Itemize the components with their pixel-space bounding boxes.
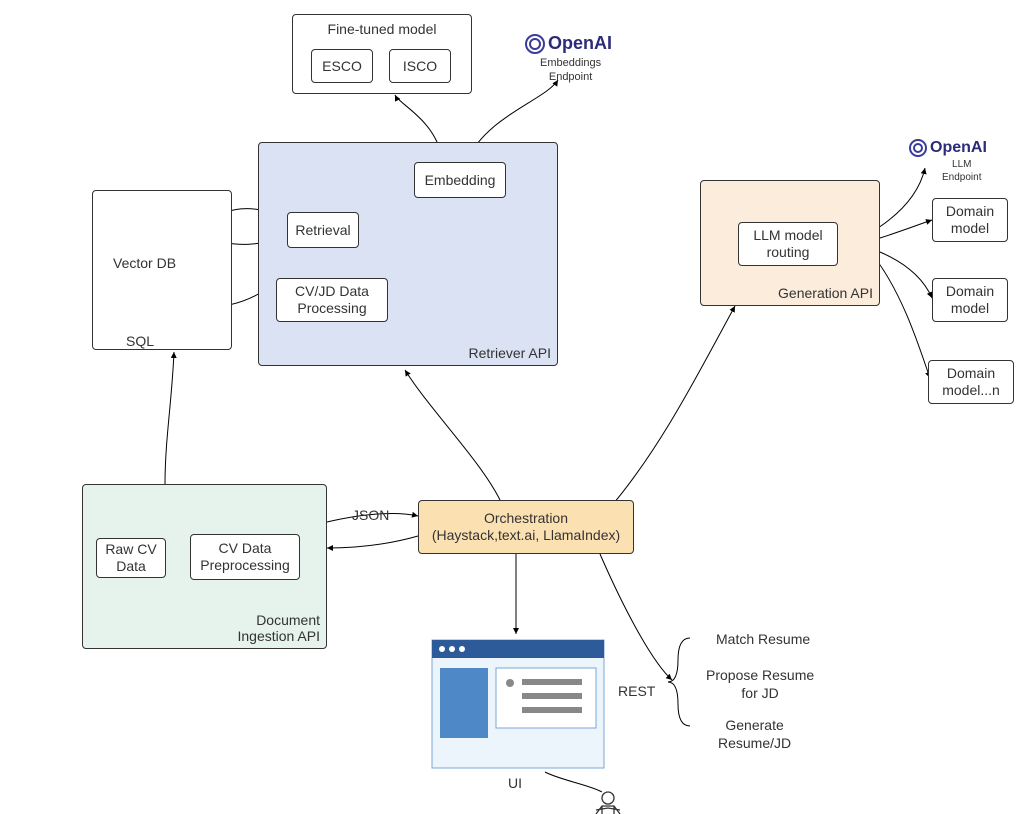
rest-label: REST: [618, 682, 655, 700]
retriever-group: Retriever API: [258, 142, 558, 366]
esco-box: ESCO: [311, 49, 373, 83]
action-propose: Propose Resume for JD: [706, 666, 814, 702]
user-icon: [596, 792, 620, 814]
connector-layer: [0, 0, 1024, 814]
doc-ingestion-label: Document Ingestion API: [237, 612, 320, 644]
raw-cv-box: Raw CV Data: [96, 538, 166, 578]
openai-top-sub: Embeddings Endpoint: [540, 56, 601, 85]
ui-label: UI: [508, 774, 522, 792]
action-match: Match Resume: [716, 630, 810, 648]
generation-label: Generation API: [778, 285, 873, 301]
finetuned-group: Fine-tuned model ESCO ISCO: [292, 14, 472, 94]
openai-logo-right: [910, 140, 926, 156]
ui-mock-icon: [432, 640, 604, 768]
llm-routing-box: LLM model routing: [738, 222, 838, 266]
vector-db-label: Vector DB: [113, 254, 176, 272]
openai-top-name: OpenAI: [548, 32, 612, 55]
json-label: JSON: [352, 506, 389, 524]
cv-preprocessing-box: CV Data Preprocessing: [190, 534, 300, 580]
orchestration-box: Orchestration (Haystack,text.ai, LlamaIn…: [418, 500, 634, 554]
domain-model-1: Domain model: [932, 198, 1008, 242]
isco-box: ISCO: [389, 49, 451, 83]
action-generate: Generate Resume/JD: [718, 716, 791, 752]
openai-right-sub: LLM Endpoint: [942, 158, 981, 184]
openai-logo-top: [526, 35, 544, 53]
finetuned-title: Fine-tuned model: [293, 21, 471, 37]
brace-icon: [668, 638, 690, 726]
sql-db-label: SQL: [126, 332, 154, 350]
embedding-box: Embedding: [414, 162, 506, 198]
diagram-canvas: Fine-tuned model ESCO ISCO OpenAI Embedd…: [0, 0, 1024, 814]
cvjd-processing-box: CV/JD Data Processing: [276, 278, 388, 322]
openai-right-name: OpenAI: [930, 138, 987, 159]
domain-model-2: Domain model: [932, 278, 1008, 322]
retrieval-box: Retrieval: [287, 212, 359, 248]
domain-model-n: Domain model...n: [928, 360, 1014, 404]
retriever-label: Retriever API: [469, 345, 551, 361]
